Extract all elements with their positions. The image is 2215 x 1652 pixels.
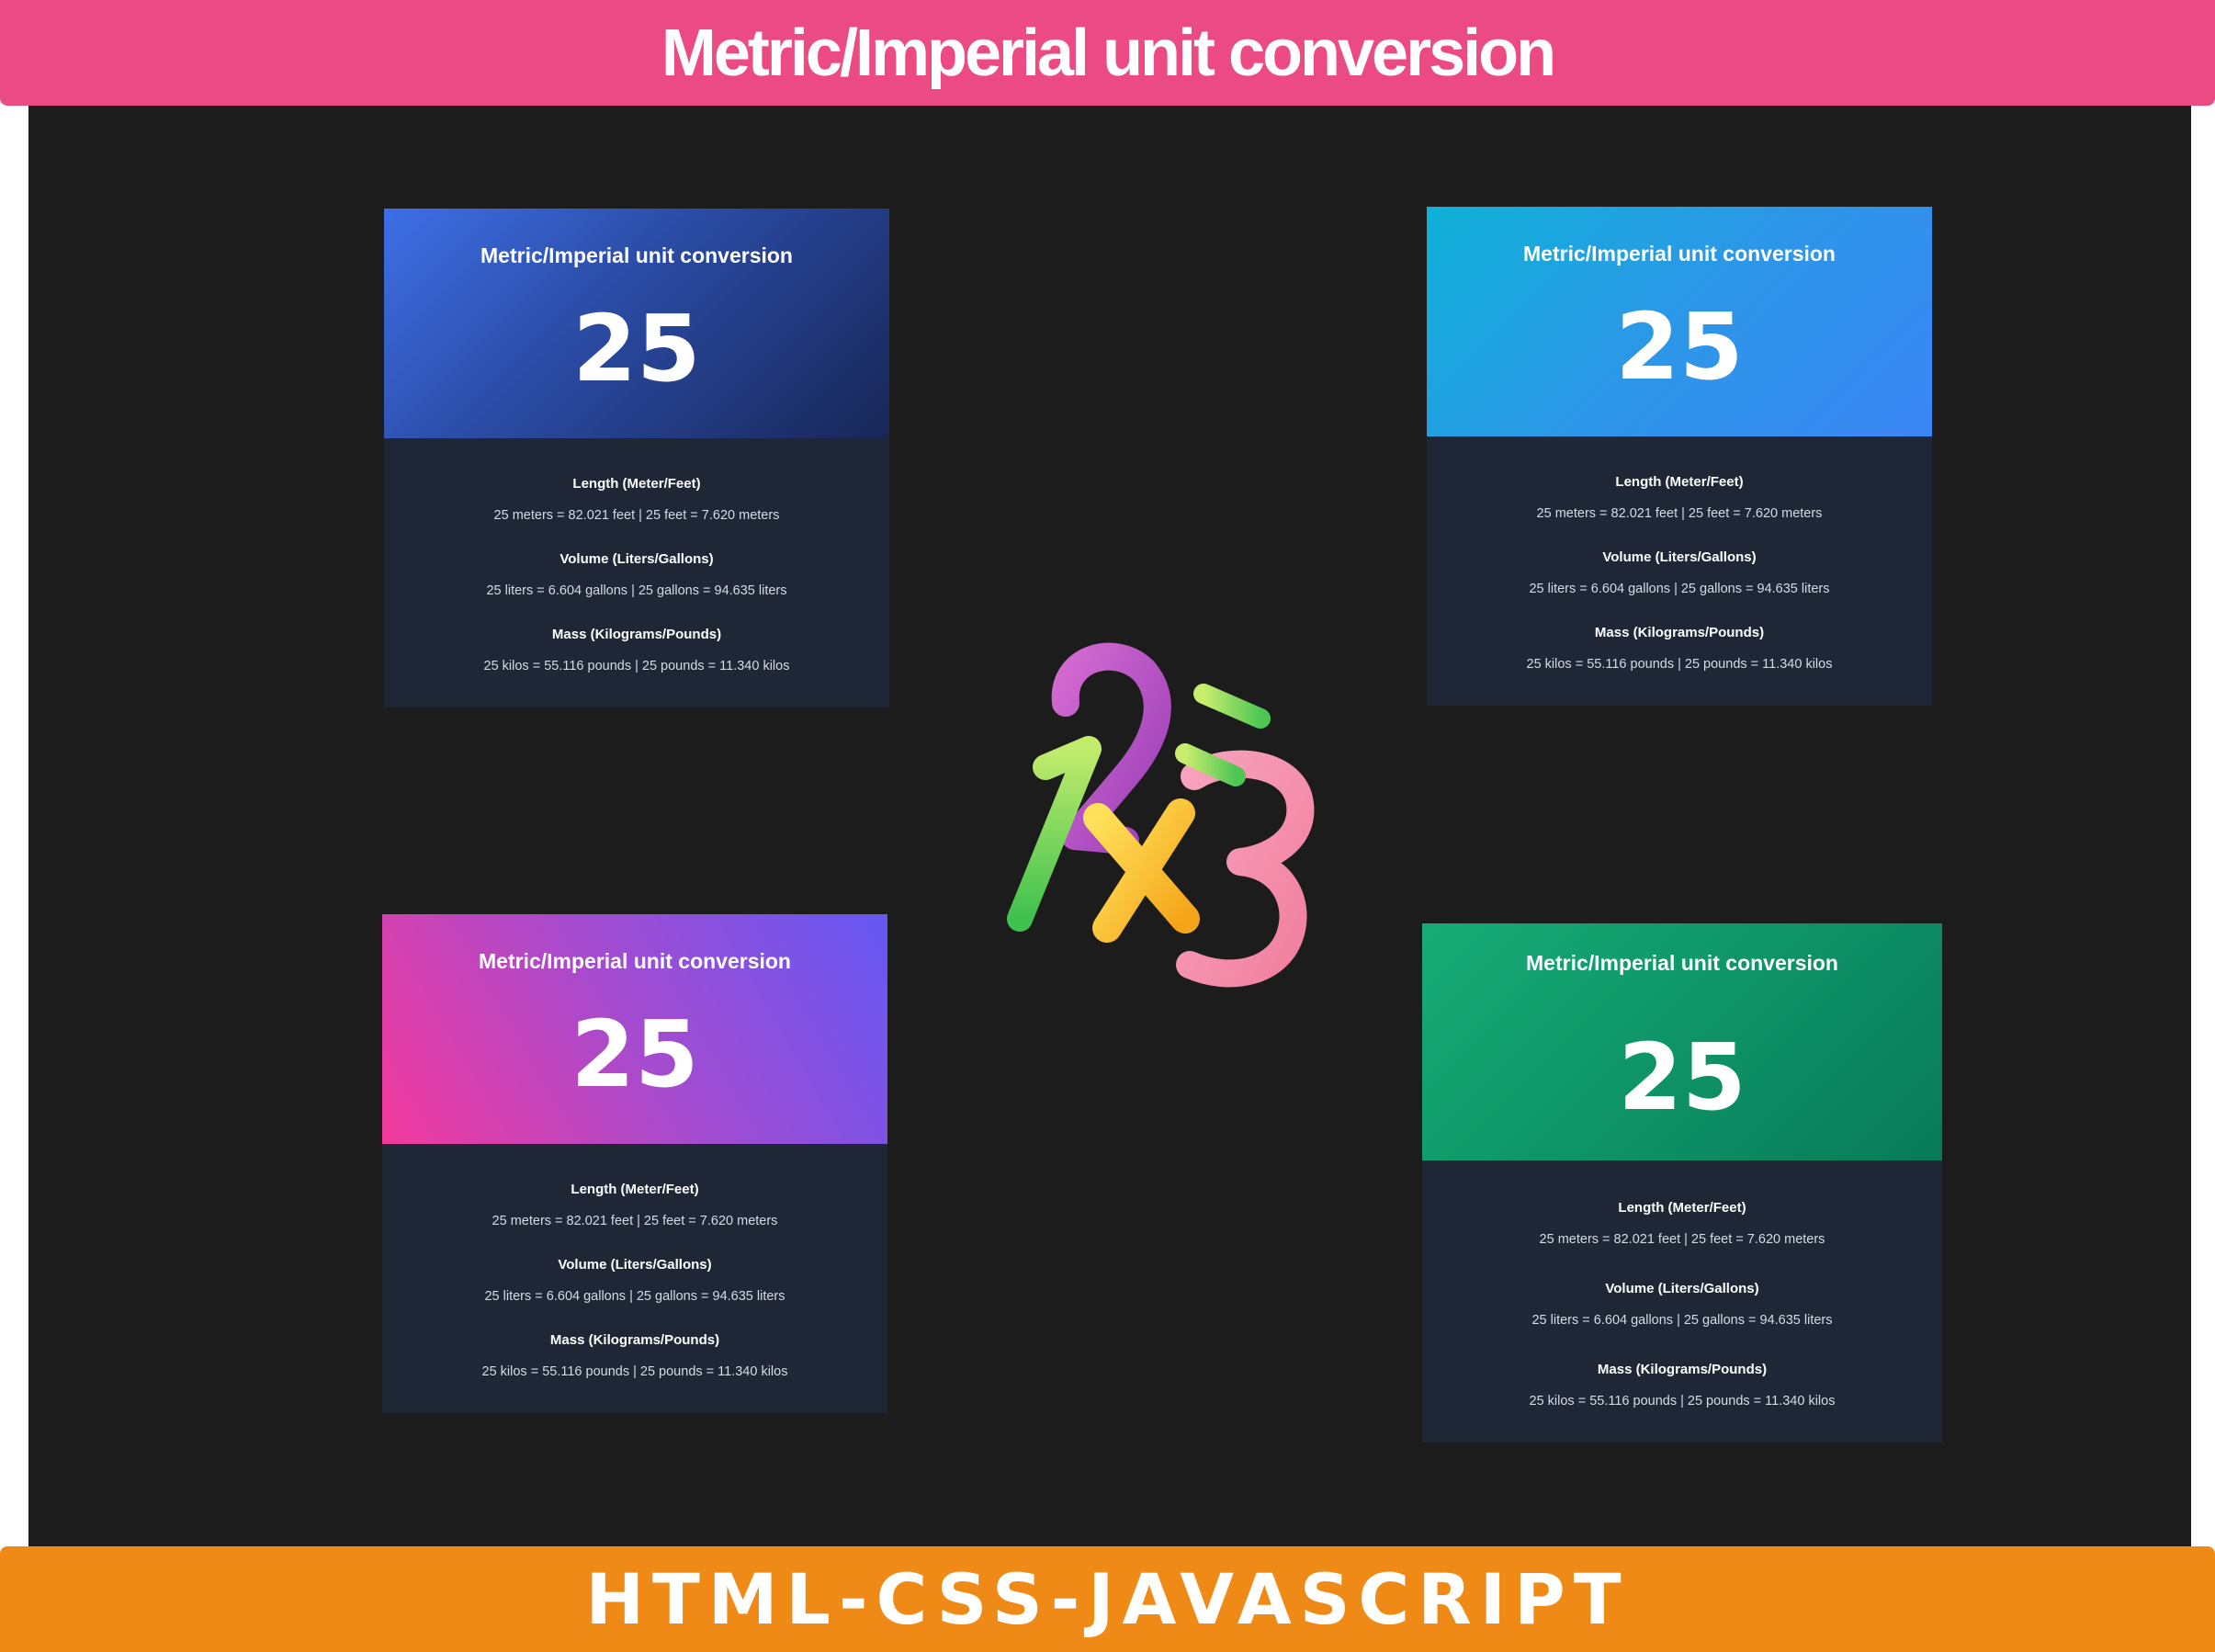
length-result: 25 meters = 82.021 feet | 25 feet = 7.62… <box>492 1214 778 1228</box>
volume-result: 25 liters = 6.604 gallons | 25 gallons =… <box>1531 1313 1833 1328</box>
converter-card-pink: Metric/Imperial unit conversion 25 Lengt… <box>382 914 887 1413</box>
card-body: Length (Meter/Feet) 25 meters = 82.021 f… <box>1427 436 1932 706</box>
mass-title: Mass (Kilograms/Pounds) <box>1597 1362 1768 1377</box>
mass-result: 25 kilos = 55.116 pounds | 25 pounds = 1… <box>1526 657 1833 672</box>
card-header: Metric/Imperial unit conversion 25 <box>1422 923 1942 1160</box>
volume-title: Volume (Liters/Gallons) <box>558 1257 712 1273</box>
page-title: Metric/Imperial unit conversion <box>661 16 1556 90</box>
volume-title: Volume (Liters/Gallons) <box>1605 1281 1759 1296</box>
mass-title: Mass (Kilograms/Pounds) <box>551 627 722 642</box>
card-header: Metric/Imperial unit conversion 25 <box>1427 207 1932 436</box>
volume-title: Volume (Liters/Gallons) <box>559 551 714 567</box>
mass-title: Mass (Kilograms/Pounds) <box>549 1332 720 1348</box>
card-title: Metric/Imperial unit conversion <box>1526 951 1838 975</box>
tech-stack-label: HTML-CSS-JAVASCRIPT <box>585 1557 1630 1640</box>
card-header: Metric/Imperial unit conversion 25 <box>382 914 887 1144</box>
length-result: 25 meters = 82.021 feet | 25 feet = 7.62… <box>1539 1232 1825 1247</box>
length-title: Length (Meter/Feet) <box>572 476 701 492</box>
converter-card-green: Metric/Imperial unit conversion 25 Lengt… <box>1422 923 1942 1443</box>
card-body: Length (Meter/Feet) 25 meters = 82.021 f… <box>1422 1160 1942 1443</box>
card-title: Metric/Imperial unit conversion <box>479 949 791 973</box>
card-value: 25 <box>572 295 701 402</box>
card-title: Metric/Imperial unit conversion <box>480 243 793 267</box>
mass-result: 25 kilos = 55.116 pounds | 25 pounds = 1… <box>481 1364 788 1379</box>
volume-title: Volume (Liters/Gallons) <box>1602 549 1757 565</box>
mass-result: 25 kilos = 55.116 pounds | 25 pounds = 1… <box>1529 1394 1836 1409</box>
top-banner: Metric/Imperial unit conversion <box>0 0 2215 106</box>
length-title: Length (Meter/Feet) <box>571 1182 699 1197</box>
mass-title: Mass (Kilograms/Pounds) <box>1594 625 1765 640</box>
card-body: Length (Meter/Feet) 25 meters = 82.021 f… <box>382 1144 887 1413</box>
card-title: Metric/Imperial unit conversion <box>1523 242 1836 266</box>
length-result: 25 meters = 82.021 feet | 25 feet = 7.62… <box>1536 506 1823 521</box>
bottom-banner: HTML-CSS-JAVASCRIPT <box>0 1546 2215 1652</box>
card-value: 25 <box>571 1001 699 1108</box>
card-value: 25 <box>1618 1024 1746 1131</box>
volume-result: 25 liters = 6.604 gallons | 25 gallons =… <box>486 583 787 598</box>
converter-card-blue: Metric/Imperial unit conversion 25 Lengt… <box>384 209 889 707</box>
converter-card-cyan: Metric/Imperial unit conversion 25 Lengt… <box>1427 207 1932 706</box>
numbers-logo-icon <box>965 625 1341 1011</box>
mass-result: 25 kilos = 55.116 pounds | 25 pounds = 1… <box>483 659 790 673</box>
volume-result: 25 liters = 6.604 gallons | 25 gallons =… <box>484 1289 785 1304</box>
length-title: Length (Meter/Feet) <box>1618 1200 1746 1216</box>
length-title: Length (Meter/Feet) <box>1615 474 1744 490</box>
volume-result: 25 liters = 6.604 gallons | 25 gallons =… <box>1529 582 1830 596</box>
card-body: Length (Meter/Feet) 25 meters = 82.021 f… <box>384 438 889 707</box>
card-header: Metric/Imperial unit conversion 25 <box>384 209 889 438</box>
card-value: 25 <box>1615 293 1744 401</box>
length-result: 25 meters = 82.021 feet | 25 feet = 7.62… <box>493 508 780 523</box>
